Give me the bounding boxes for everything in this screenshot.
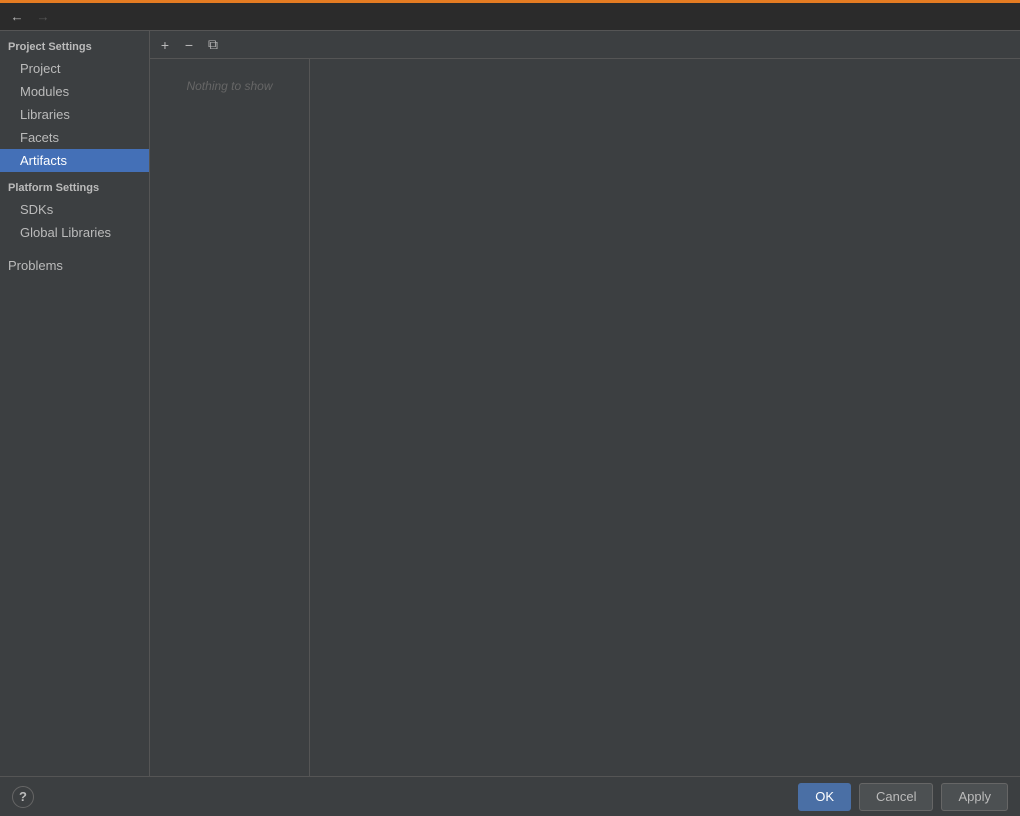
sidebar-item-sdks[interactable]: SDKs <box>0 198 149 221</box>
back-icon: ← <box>10 9 23 24</box>
artifact-list-panel: Nothing to show <box>150 59 310 776</box>
help-icon: ? <box>19 789 27 804</box>
remove-artifact-button[interactable]: − <box>178 34 200 56</box>
content-area: Nothing to show <box>150 59 1020 776</box>
sidebar-item-global-libraries[interactable]: Global Libraries <box>0 221 149 244</box>
back-button[interactable]: ← <box>6 6 28 28</box>
add-icon: + <box>161 37 169 53</box>
sidebar-item-project[interactable]: Project <box>0 57 149 80</box>
sidebar-item-modules[interactable]: Modules <box>0 80 149 103</box>
forward-button[interactable]: → <box>32 6 54 28</box>
copy-artifact-button[interactable]: ⧉ <box>202 34 224 56</box>
platform-settings-header: Platform Settings <box>0 172 149 198</box>
bottom-bar: ? OK Cancel Apply <box>0 776 1020 816</box>
copy-icon: ⧉ <box>208 36 218 53</box>
ok-button[interactable]: OK <box>798 783 851 811</box>
right-panel: + − ⧉ Nothing to show <box>150 31 1020 776</box>
cancel-button[interactable]: Cancel <box>859 783 933 811</box>
sidebar-item-problems[interactable]: Problems <box>0 254 149 277</box>
help-button[interactable]: ? <box>12 786 34 808</box>
main-content: Project Settings Project Modules Librari… <box>0 31 1020 776</box>
remove-icon: − <box>185 37 193 53</box>
bottom-left: ? <box>12 786 34 808</box>
sidebar-item-libraries[interactable]: Libraries <box>0 103 149 126</box>
artifact-detail-panel <box>310 59 1020 776</box>
add-artifact-button[interactable]: + <box>154 34 176 56</box>
forward-icon: → <box>36 9 49 24</box>
sidebar: Project Settings Project Modules Librari… <box>0 31 150 776</box>
empty-message: Nothing to show <box>186 79 272 93</box>
project-settings-header: Project Settings <box>0 31 149 57</box>
top-bar: ← → <box>0 3 1020 31</box>
panel-toolbar: + − ⧉ <box>150 31 1020 59</box>
bottom-right: OK Cancel Apply <box>798 783 1008 811</box>
apply-button[interactable]: Apply <box>941 783 1008 811</box>
sidebar-item-artifacts[interactable]: Artifacts <box>0 149 149 172</box>
sidebar-item-facets[interactable]: Facets <box>0 126 149 149</box>
